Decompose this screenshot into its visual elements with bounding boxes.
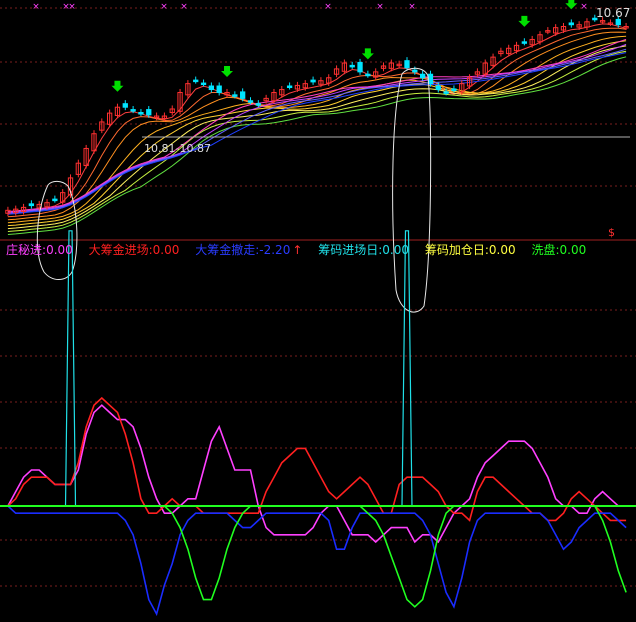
candle-body-15: [122, 103, 128, 108]
candle-body-16: [130, 109, 136, 112]
legend-item-0: 庄秘进:0.00: [6, 243, 73, 257]
corner-marker: $: [608, 226, 615, 239]
indicator-series-1: [7, 396, 627, 522]
legend-item-3: 筹码进场日:0.00: [318, 243, 410, 257]
candle-body-6: [52, 198, 58, 202]
sell-marker-3: ×: [160, 2, 168, 12]
candle-body-27: [216, 85, 222, 93]
candle-body-66: [521, 41, 528, 44]
up-arrow-icon: ↑: [292, 243, 303, 257]
candle-body-45: [357, 61, 363, 73]
sell-marker-8: ×: [580, 2, 588, 12]
candle-body-32: [255, 103, 261, 106]
candle-body-36: [286, 85, 293, 89]
sell-marker-6: ×: [376, 2, 384, 12]
range-label: 10.81-10.87: [144, 142, 211, 155]
candle-body-18: [146, 109, 152, 116]
legend-item-5: 洗盘:0.00: [531, 243, 587, 257]
sell-marker-7: ×: [408, 2, 416, 12]
candle-body-31: [247, 100, 254, 103]
buy-signal-arrow-0: [111, 80, 124, 92]
candle-body-52: [412, 69, 418, 73]
candle-body-72: [568, 22, 574, 26]
candle-body-51: [404, 60, 410, 69]
sell-marker-5: ×: [324, 2, 332, 12]
candle-body-3: [28, 203, 35, 207]
cyan-spike-0: [64, 230, 77, 507]
candle-body-39: [310, 79, 316, 83]
candle-body-17: [138, 112, 144, 115]
candle-body-78: [615, 18, 621, 26]
ma-line-11: [7, 52, 627, 215]
buy-signal-arrow-3: [518, 15, 531, 27]
ma-line-2: [7, 31, 627, 221]
ma-line-3: [7, 35, 627, 224]
candle-body-25: [200, 82, 207, 86]
indicator-series-0: [7, 404, 627, 544]
annotation-circle-right: [392, 67, 432, 313]
legend-item-2: 大筹金撤走:-2.20 ↑: [195, 243, 303, 257]
legend-item-1: 大筹金进场:0.00: [88, 243, 180, 257]
sell-marker-2: ×: [68, 2, 76, 12]
indicator-series-2: [7, 505, 627, 617]
candle-body-24: [193, 79, 199, 83]
indicator-legend: 庄秘进:0.00 大筹金进场:0.00 大筹金撤走:-2.20 ↑ 筹码进场日:0…: [6, 242, 598, 258]
buy-signal-arrow-1: [221, 65, 234, 77]
candle-body-30: [240, 91, 246, 99]
high-price-label: 10.67: [596, 6, 630, 20]
ma-line-7: [7, 56, 627, 235]
candle-body-46: [365, 73, 371, 77]
candle-body-57: [451, 88, 457, 91]
sell-marker-0: ×: [32, 2, 40, 12]
cyan-spike-1: [401, 230, 413, 507]
buy-signal-arrow-2: [361, 48, 374, 60]
candle-body-53: [419, 73, 426, 79]
stock-chart[interactable]: × ×× × × × × × ×10.81-10.8710.67$: [0, 0, 636, 622]
candle-body-29: [232, 94, 238, 97]
candle-body-55: [435, 85, 441, 91]
candle-body-26: [208, 85, 215, 91]
sell-marker-4: ×: [180, 2, 188, 12]
legend-item-4: 筹码加仓日:0.00: [424, 243, 516, 257]
candle-body-44: [349, 64, 355, 68]
candle-body-56: [443, 91, 449, 94]
